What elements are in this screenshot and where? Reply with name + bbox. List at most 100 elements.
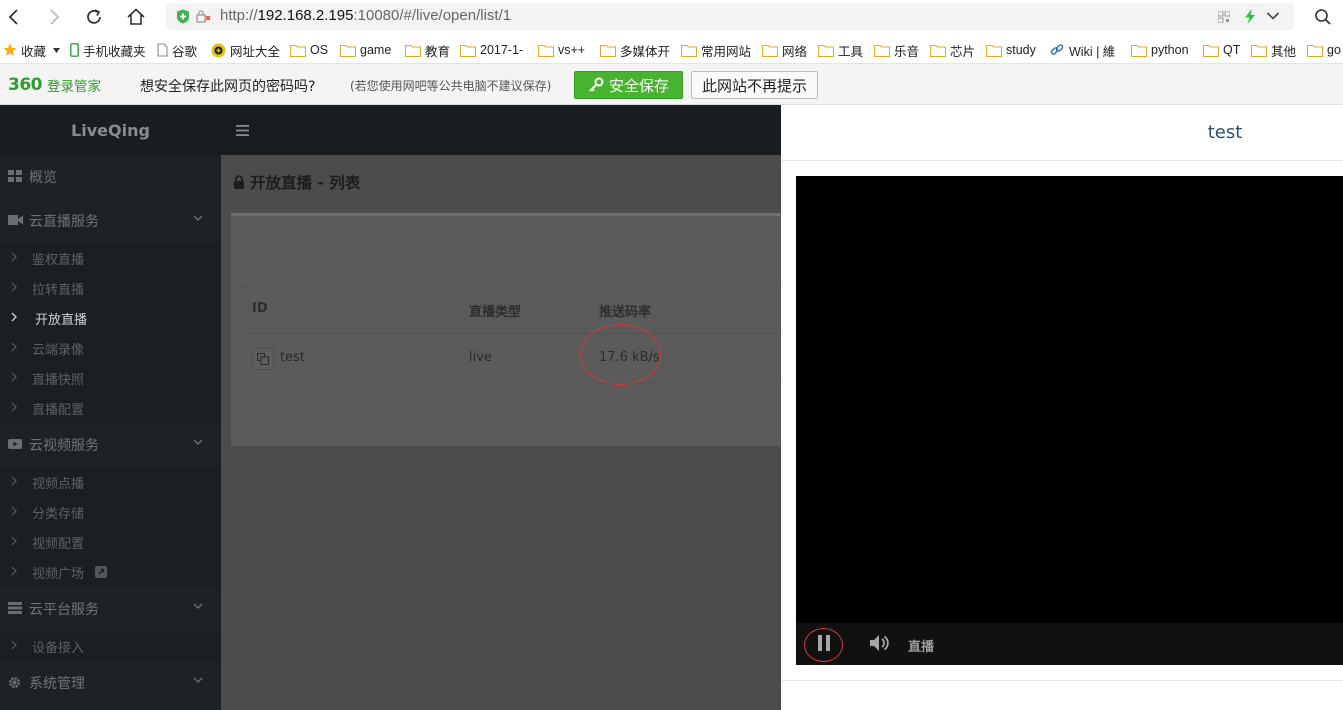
hamburger-menu-icon[interactable]: [236, 125, 249, 136]
sidebar-section-system[interactable]: 系统管理: [0, 661, 221, 705]
sidebar-section-cloud-live[interactable]: 云直播服务: [0, 199, 221, 243]
lightning-icon[interactable]: [1244, 9, 1256, 24]
top-bar: [221, 105, 781, 155]
sidebar-item-video-vod[interactable]: 视频点播: [0, 467, 221, 497]
chevron-right-icon: [11, 372, 17, 382]
list-box: ID 直播类型 推送码率 test live 17.6 kB/s: [231, 213, 802, 446]
bookmark-folder[interactable]: 其他: [1251, 41, 1296, 59]
link-icon: [1050, 44, 1064, 55]
folder-icon: [1307, 44, 1323, 57]
chevron-right-icon: [11, 640, 17, 650]
chevron-right-icon: [11, 402, 17, 412]
folder-icon: [1251, 44, 1267, 57]
qr-code-icon[interactable]: [1218, 11, 1230, 23]
chevron-down-icon: [193, 215, 203, 222]
sidebar-item-live-config[interactable]: 直播配置: [0, 393, 221, 423]
player-panel: test 直播: [781, 105, 1343, 710]
bookmark-folder[interactable]: QT: [1203, 41, 1240, 59]
chevron-right-icon: [11, 536, 17, 546]
chevron-right-icon: [11, 476, 17, 486]
home-button[interactable]: [124, 5, 148, 29]
page-icon: [157, 43, 168, 57]
chevron-right-icon: [11, 342, 17, 352]
shield-icon: [177, 9, 189, 24]
password-save-bar: 360 登录管家 想安全保存此网页的密码吗? (若您使用网吧等公共电脑不建议保存…: [0, 64, 1343, 105]
grid-icon: [8, 170, 22, 182]
player-control-bar: 直播: [796, 623, 1343, 665]
bookmark-folder[interactable]: 乐音: [874, 41, 919, 59]
panel-title: test: [1207, 122, 1243, 143]
folder-icon: [290, 44, 306, 57]
sidebar-item-overview[interactable]: 概览: [0, 155, 221, 199]
bookmark-folder[interactable]: 工具: [818, 41, 863, 59]
sidebar-item-video-square[interactable]: 视频广场: [0, 557, 221, 587]
gear-icon: [9, 677, 20, 688]
bookmark-folder[interactable]: go: [1307, 41, 1341, 59]
chevron-down-icon[interactable]: [1266, 11, 1280, 21]
table-cell-id[interactable]: test: [280, 350, 305, 365]
never-remind-button[interactable]: 此网站不再提示: [691, 71, 818, 99]
bookmark-folder[interactable]: study: [986, 41, 1036, 59]
bookmark-folder[interactable]: 教育: [405, 41, 450, 59]
bookmark-folder[interactable]: 2017-1-: [460, 41, 523, 59]
chevron-right-icon: [11, 566, 17, 576]
sidebar-item-open-live[interactable]: 开放直播: [0, 303, 221, 333]
folder-icon: [681, 44, 697, 57]
safe-save-button[interactable]: 安全保存: [574, 71, 683, 99]
brand-logo[interactable]: LiveQing: [0, 105, 221, 155]
caret-down-icon: [53, 47, 61, 53]
bookmark-folder[interactable]: game: [340, 41, 391, 59]
sidebar-item-auth-live[interactable]: 鉴权直播: [0, 243, 221, 273]
bookmark-folder[interactable]: python: [1131, 41, 1189, 59]
reload-button[interactable]: [82, 5, 106, 29]
sidebar-section-cloud-video[interactable]: 云视频服务: [0, 423, 221, 467]
volume-button[interactable]: [869, 633, 891, 657]
folder-icon: [1131, 44, 1147, 57]
bookmark-item[interactable]: 手机收藏夹: [70, 41, 146, 59]
sidebar-item-video-config[interactable]: 视频配置: [0, 527, 221, 557]
public-pc-note: (若您使用网吧等公共电脑不建议保存): [350, 79, 552, 93]
video-player[interactable]: 直播: [796, 176, 1343, 665]
key-icon: [589, 77, 604, 92]
bookmark-item[interactable]: 收藏: [3, 41, 61, 59]
address-bar[interactable]: http://192.168.2.195:10080/#/live/open/l…: [166, 3, 1294, 30]
phone-icon: [70, 43, 79, 57]
folder-icon: [460, 44, 476, 57]
folder-icon: [600, 44, 616, 57]
bookmark-folder[interactable]: 芯片: [930, 41, 975, 59]
annotation-circle-rate: [580, 324, 661, 385]
sidebar-item-category-storage[interactable]: 分类存储: [0, 497, 221, 527]
browser-toolbar: http://192.168.2.195:10080/#/live/open/l…: [0, 0, 1343, 35]
url-text[interactable]: http://192.168.2.195:10080/#/live/open/l…: [220, 7, 511, 24]
live-indicator: 直播: [908, 640, 935, 655]
sidebar-item-live-snapshot[interactable]: 直播快照: [0, 363, 221, 393]
chevron-right-icon: [11, 506, 17, 516]
bookmark-folder[interactable]: 多媒体开: [600, 41, 670, 59]
chevron-right-icon: [11, 312, 17, 322]
bookmark-folder[interactable]: 网络: [762, 41, 807, 59]
sidebar-section-cloud-platform[interactable]: 云平台服务: [0, 587, 221, 631]
server-icon: [8, 602, 22, 614]
bookmark-folder[interactable]: vs++: [538, 41, 585, 59]
sidebar-item-pull-live[interactable]: 拉转直播: [0, 273, 221, 303]
column-header-live-type: 直播类型: [469, 305, 522, 320]
sidebar-item-device-access[interactable]: 设备接入: [0, 631, 221, 661]
bookmark-item[interactable]: Wiki | 維: [1050, 41, 1115, 59]
search-icon[interactable]: [1314, 8, 1332, 26]
sidebar: LiveQing 概览 云直播服务 鉴权直播 拉转直播 开放直播 云端录像 直播…: [0, 105, 221, 710]
bookmark-item[interactable]: 网址大全: [211, 41, 280, 59]
folder-icon: [818, 44, 834, 57]
chevron-down-icon: [193, 603, 203, 610]
panel-divider-bottom: [781, 680, 1343, 681]
bookmark-folder[interactable]: 常用网站: [681, 41, 751, 59]
chevron-right-icon: [11, 282, 17, 292]
back-button[interactable]: [2, 5, 26, 29]
bookmark-item[interactable]: 谷歌: [157, 41, 197, 59]
table-divider: [242, 333, 802, 334]
copy-button[interactable]: [252, 348, 274, 370]
volume-icon: [870, 635, 889, 651]
lock-icon: [234, 175, 244, 189]
sidebar-item-cloud-recording[interactable]: 云端录像: [0, 333, 221, 363]
bookmark-folder[interactable]: OS: [290, 41, 328, 59]
forward-button[interactable]: [42, 5, 66, 29]
